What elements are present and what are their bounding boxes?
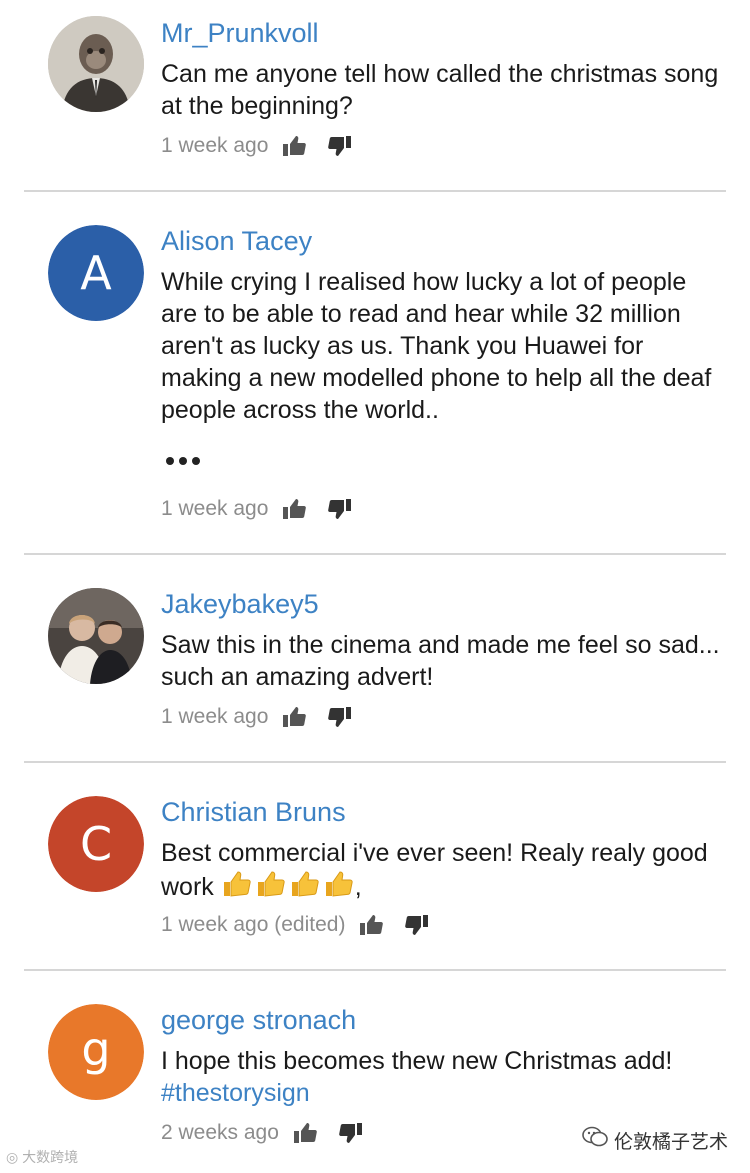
watermark-logo-icon: ◎ [6, 1149, 19, 1165]
thumbs-down-icon[interactable] [339, 1122, 363, 1144]
watermark-right-text: 伦敦橘子艺术 [613, 1131, 728, 1153]
comment-meta: 1 week ago [161, 131, 352, 161]
avatar[interactable]: C [48, 796, 144, 892]
comment-time: 1 week ago [161, 705, 269, 728]
comment-meta: 1 week ago (edited) [161, 910, 429, 940]
comment-author[interactable]: Mr_Prunkvoll [161, 16, 319, 50]
comment-author[interactable]: Christian Bruns [161, 795, 346, 829]
thumbs-down-icon[interactable] [328, 498, 352, 520]
avatar[interactable]: g [48, 1004, 144, 1100]
thumbs-up-icon[interactable] [282, 135, 307, 157]
comment-meta: 2 weeks ago [161, 1118, 363, 1148]
watermark-right: 伦敦橘子艺术 [582, 1126, 728, 1154]
comment-time: 1 week ago (edited) [161, 913, 346, 936]
comment-text: Best commercial i've ever seen! Realy re… [161, 837, 721, 907]
thumbs-up-emoji-row [221, 869, 355, 907]
comment-author[interactable]: Jakeybakey5 [161, 587, 319, 621]
avatar[interactable]: A [48, 225, 144, 321]
ellipsis-icon[interactable] [166, 457, 200, 465]
comment-text: Can me anyone tell how called the christ… [161, 60, 719, 120]
thumbs-up-icon[interactable] [293, 1122, 317, 1144]
wechat-icon [582, 1126, 608, 1154]
thumbs-up-icon[interactable] [359, 914, 384, 936]
hashtag-link[interactable]: #thestorysign [161, 1079, 310, 1107]
avatar-letter: g [81, 1022, 111, 1076]
comment-text-suffix: , [354, 873, 362, 901]
comment-time: 1 week ago [161, 497, 269, 520]
comment-meta: 1 week ago [161, 702, 352, 732]
avatar[interactable] [48, 588, 144, 684]
comment-text-body: I hope this becomes thew new Christmas a… [161, 1047, 673, 1075]
thumbs-up-icon[interactable] [282, 706, 307, 728]
avatar-letter: C [79, 817, 113, 871]
divider [24, 969, 726, 971]
comment-meta: 1 week ago [161, 494, 352, 524]
comment-author[interactable]: george stronach [161, 1003, 356, 1037]
divider [24, 553, 726, 555]
divider [24, 761, 726, 763]
comment-time: 2 weeks ago [161, 1121, 279, 1144]
thumbs-up-icon[interactable] [282, 498, 307, 520]
thumbs-down-icon[interactable] [328, 706, 352, 728]
avatar-letter: A [80, 246, 112, 300]
watermark-left: ◎ 大数跨境 [6, 1147, 78, 1167]
comment-text: I hope this becomes thew new Christmas a… [161, 1045, 721, 1109]
watermark-left-text: 大数跨境 [22, 1149, 79, 1165]
comment-text: While crying I realised how lucky a lot … [161, 268, 712, 424]
comment-time: 1 week ago [161, 134, 269, 157]
comment-author[interactable]: Alison Tacey [161, 224, 312, 258]
thumbs-down-icon[interactable] [405, 914, 429, 936]
avatar[interactable] [48, 16, 144, 112]
comment-text: Saw this in the cinema and made me feel … [161, 631, 720, 691]
thumbs-down-icon[interactable] [328, 135, 352, 157]
divider [24, 190, 726, 192]
